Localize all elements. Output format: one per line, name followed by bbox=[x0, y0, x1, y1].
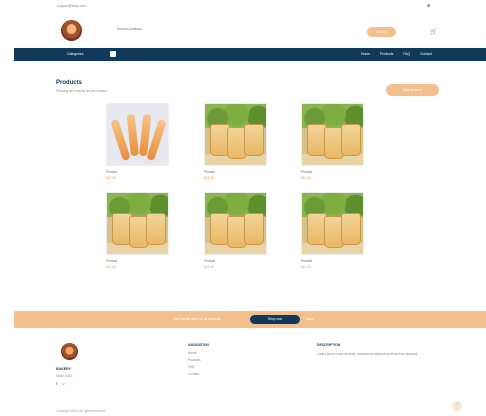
footer-logo[interactable] bbox=[61, 343, 78, 360]
promo-button[interactable]: Shop now bbox=[250, 315, 300, 324]
nav-link-contact[interactable]: Contact bbox=[420, 52, 432, 56]
product-name[interactable]: Product bbox=[301, 259, 312, 263]
product-name[interactable]: Product bbox=[106, 170, 117, 174]
logo[interactable] bbox=[61, 20, 82, 41]
scroll-top-icon[interactable]: ⌃ bbox=[452, 401, 462, 411]
product-image[interactable] bbox=[204, 192, 267, 255]
cart-icon[interactable]: 🛒 bbox=[430, 28, 438, 36]
search-button[interactable]: Search bbox=[367, 27, 396, 37]
product-image[interactable] bbox=[106, 103, 169, 166]
footer-link-home[interactable]: Home bbox=[188, 350, 201, 357]
header: Search products... Search 🛒 bbox=[0, 13, 486, 48]
promo-text-after: today bbox=[306, 317, 314, 321]
copyright: Copyright 2024. All rights reserved bbox=[56, 409, 105, 413]
breadstick bbox=[126, 113, 139, 157]
nav-link-faq[interactable]: FAQ bbox=[403, 52, 410, 56]
nav-bar: Categories Home Products FAQ Contact bbox=[14, 48, 486, 61]
footer-brand: BAKERY bbox=[56, 367, 72, 371]
user-icon[interactable]: ☻ bbox=[426, 3, 431, 9]
product-card[interactable]: Product $12.00 bbox=[106, 103, 193, 188]
product-image[interactable] bbox=[204, 103, 267, 166]
basket bbox=[244, 213, 264, 245]
footer-nav-links: Home Products FAQ Contact bbox=[188, 350, 201, 378]
nav-links: Home Products FAQ Contact bbox=[361, 52, 441, 56]
promo-text: Get special offers on all products bbox=[174, 317, 221, 321]
footer-description: Lorem ipsum dolor sit amet, consectetur … bbox=[317, 352, 418, 356]
product-image[interactable] bbox=[301, 192, 364, 255]
product-price: $12.00 bbox=[204, 176, 214, 180]
product-price: $12.00 bbox=[301, 176, 311, 180]
footer-link-products[interactable]: Products bbox=[188, 357, 201, 364]
product-image[interactable] bbox=[301, 103, 364, 166]
product-name[interactable]: Product bbox=[204, 170, 215, 174]
product-card[interactable]: Product $12.00 bbox=[106, 192, 193, 277]
product-card[interactable]: Product $12.00 bbox=[204, 192, 291, 277]
footer-desc-title: DESCRIPTION bbox=[317, 343, 341, 347]
contact-text: support@shop.com bbox=[57, 4, 87, 8]
basket bbox=[341, 213, 361, 245]
promo-banner: Get special offers on all products Shop … bbox=[14, 311, 486, 328]
footer-tagline: Since 2020 bbox=[56, 374, 72, 378]
basket bbox=[341, 124, 361, 156]
instagram-icon[interactable]: ○ bbox=[62, 381, 64, 386]
search-input[interactable]: Search products... bbox=[117, 27, 317, 35]
footer-link-contact[interactable]: Contact bbox=[188, 371, 201, 378]
facebook-icon[interactable]: f bbox=[56, 381, 57, 386]
product-price: $12.00 bbox=[204, 265, 214, 269]
product-image[interactable] bbox=[106, 192, 169, 255]
sort-button[interactable]: Sort by latest bbox=[386, 84, 439, 96]
page-title: Products bbox=[56, 80, 83, 86]
product-price: $12.00 bbox=[106, 176, 116, 180]
footer-nav-title: NAVIGATION bbox=[188, 343, 209, 347]
logo-mark bbox=[67, 24, 76, 33]
page-subtitle: Showing all 6 results for your search bbox=[56, 89, 108, 93]
product-name[interactable]: Product bbox=[106, 259, 117, 263]
basket bbox=[244, 124, 264, 156]
product-card[interactable]: Product $12.00 bbox=[301, 103, 388, 188]
top-strip: support@shop.com ☻ bbox=[0, 0, 486, 13]
footer-link-faq[interactable]: FAQ bbox=[188, 364, 201, 371]
product-price: $12.00 bbox=[106, 265, 116, 269]
product-name[interactable]: Product bbox=[204, 259, 215, 263]
product-price: $12.00 bbox=[301, 265, 311, 269]
social-links: f ○ bbox=[56, 381, 69, 386]
nav-link-home[interactable]: Home bbox=[361, 52, 370, 56]
nav-link-products[interactable]: Products bbox=[380, 52, 393, 56]
basket bbox=[146, 213, 166, 245]
product-card[interactable]: Product $12.00 bbox=[301, 192, 388, 277]
product-card[interactable]: Product $12.00 bbox=[204, 103, 291, 188]
categories-menu[interactable]: Categories bbox=[67, 52, 83, 56]
menu-icon[interactable] bbox=[110, 51, 116, 57]
product-name[interactable]: Product bbox=[301, 170, 312, 174]
